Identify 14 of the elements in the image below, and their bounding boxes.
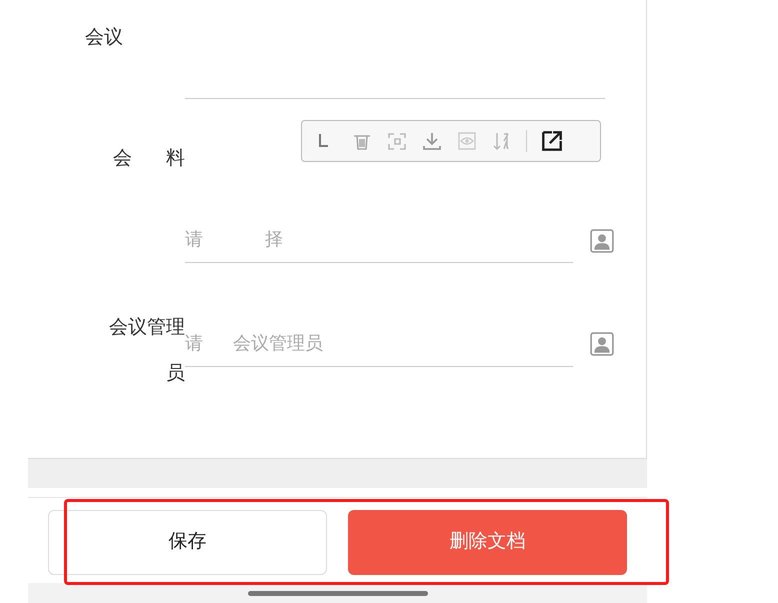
eye-icon[interactable] [456,130,478,152]
delete-button[interactable]: 删除文档 [348,510,627,575]
scan-icon[interactable] [386,130,408,152]
input-field[interactable]: 请 会议管理员 [185,321,573,367]
form-label: 会议 [85,26,123,50]
form-label: 会议管理 [109,316,185,340]
form-label: 会 料 [113,147,185,171]
download-icon[interactable] [421,130,443,152]
contact-icon[interactable] [590,229,614,253]
external-link-icon[interactable] [540,129,564,153]
contact-icon[interactable] [590,332,614,356]
form-label: 员 [166,362,185,386]
input-field[interactable]: 请 择 [185,217,573,263]
save-button[interactable]: 保存 [48,510,327,575]
